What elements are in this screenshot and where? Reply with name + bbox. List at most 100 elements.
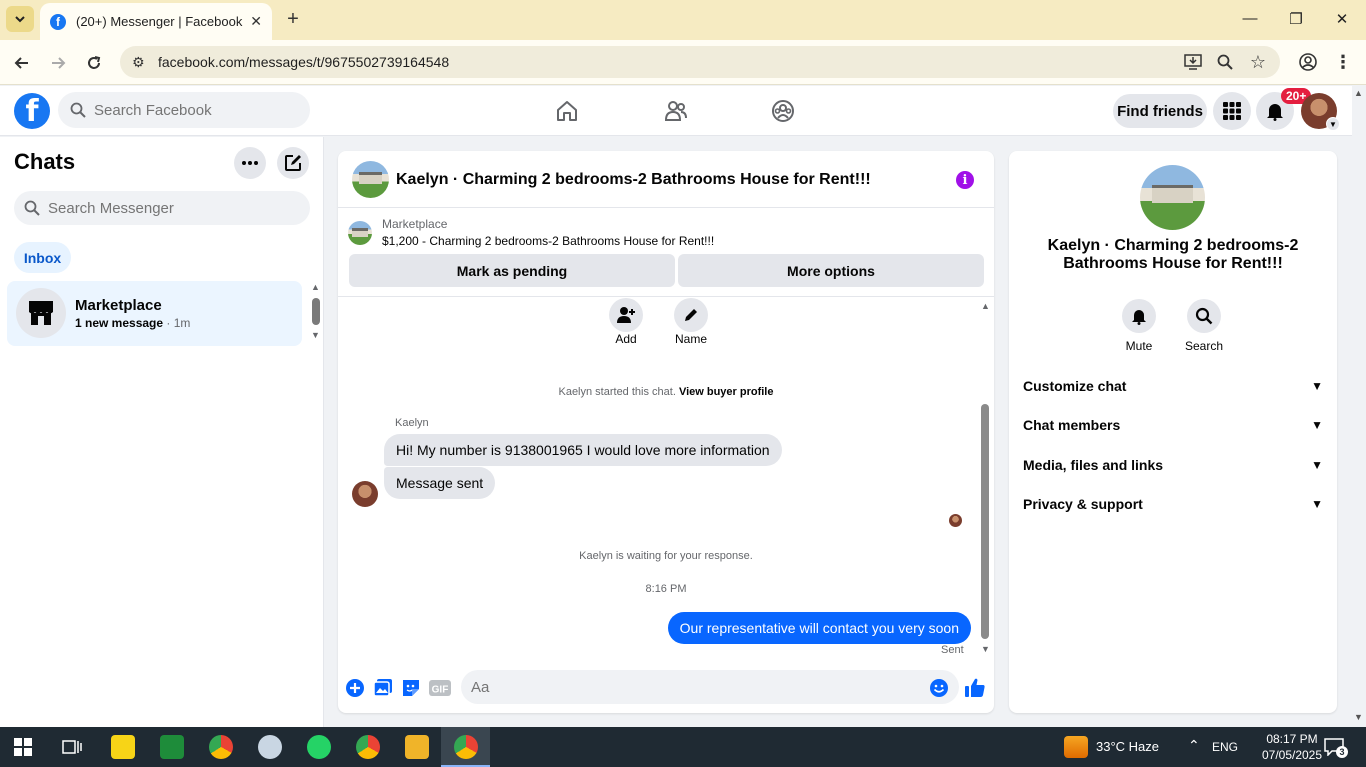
plus-circle-icon[interactable] [344, 677, 366, 699]
nav-home[interactable] [552, 96, 582, 126]
notification-center-icon[interactable]: 3 [1324, 738, 1348, 758]
install-app-icon[interactable] [1182, 51, 1204, 73]
chat-list-item[interactable]: Marketplace 1 new message · 1m [7, 281, 302, 346]
search-button-circle[interactable] [1187, 299, 1221, 333]
file-explorer-icon[interactable] [405, 735, 429, 759]
task-view-icon[interactable] [62, 738, 82, 761]
clock-time: 08:17 PM [1266, 732, 1318, 746]
storefront-icon [29, 301, 53, 325]
whatsapp-icon[interactable] [307, 735, 331, 759]
sticky-notes-icon[interactable] [111, 735, 135, 759]
conversation-avatar[interactable] [352, 161, 389, 198]
groups-icon [772, 100, 794, 122]
thread-scrollbar[interactable] [981, 404, 989, 639]
restore-button[interactable]: ❐ [1284, 10, 1308, 28]
tab-close-icon[interactable]: ✕ [250, 13, 262, 30]
bell-icon [1267, 104, 1283, 121]
chat-members-row[interactable]: Chat members ▼ [1023, 410, 1323, 440]
view-buyer-profile-link[interactable]: View buyer profile [679, 386, 774, 398]
reload-button[interactable] [81, 50, 107, 76]
browser-toolbar: ⚙ facebook.com/messages/t/96755027391645… [0, 40, 1366, 85]
nav-friends[interactable] [661, 96, 691, 126]
message-input-box[interactable] [461, 670, 959, 704]
incoming-message[interactable]: Message sent [384, 467, 496, 499]
back-button[interactable] [9, 50, 35, 76]
media-files-links-label: Media, files and links [1023, 457, 1164, 473]
chevron-up-icon[interactable]: ⌃ [1188, 737, 1200, 754]
sidebar-scroll-up[interactable]: ▲ [311, 282, 320, 292]
account-avatar[interactable]: ▼ [1301, 93, 1340, 131]
conversation-title[interactable]: Kaelyn · Charming 2 bedrooms-2 Bathrooms… [396, 171, 871, 189]
address-bar[interactable]: ⚙ facebook.com/messages/t/96755027391645… [120, 46, 1280, 78]
chrome-profile-icon[interactable] [356, 735, 380, 759]
outgoing-message[interactable]: Our representative will contact you very… [667, 612, 971, 644]
page-scroll-up[interactable]: ▲ [1354, 88, 1363, 98]
messenger-search[interactable] [14, 191, 310, 225]
gif-icon[interactable]: GIF [429, 677, 451, 699]
compose-icon [285, 155, 301, 171]
menu-grid-button[interactable] [1213, 92, 1251, 130]
weather-text[interactable]: 33°C Haze [1096, 739, 1159, 754]
chevron-down-icon: ▼ [1311, 497, 1323, 511]
chat-members-label: Chat members [1023, 417, 1121, 433]
search-in-chat-button[interactable]: Search [1174, 299, 1234, 353]
chrome-icon[interactable] [209, 735, 233, 759]
name-chat-button[interactable] [674, 298, 708, 332]
thumbs-up-icon[interactable] [964, 677, 986, 699]
sender-avatar[interactable] [352, 481, 378, 507]
chrome-active-icon[interactable] [454, 735, 478, 759]
message-input[interactable] [471, 678, 868, 696]
sticker-icon[interactable] [400, 677, 422, 699]
emoji-icon[interactable] [928, 677, 950, 699]
thread-scroll-down[interactable]: ▼ [981, 644, 990, 654]
thread-scroll-up[interactable]: ▲ [981, 301, 990, 311]
add-person-icon [617, 307, 635, 323]
site-settings-icon[interactable]: ⚙ [132, 54, 152, 71]
listing-thumbnail[interactable] [348, 221, 372, 245]
new-message-button[interactable] [277, 147, 309, 179]
incoming-message[interactable]: Hi! My number is 9138001965 I would love… [384, 434, 782, 466]
add-person-button[interactable] [609, 298, 643, 332]
forward-button[interactable] [45, 50, 71, 76]
more-options-button[interactable]: More options [678, 254, 984, 287]
new-tab-button[interactable]: + [282, 8, 304, 30]
facebook-logo-icon[interactable]: f [14, 93, 50, 129]
media-files-links-row[interactable]: Media, files and links ▼ [1023, 450, 1323, 480]
privacy-support-row[interactable]: Privacy & support ▼ [1023, 489, 1323, 519]
sidebar-scrollbar[interactable] [312, 298, 320, 325]
messenger-search-input[interactable] [48, 199, 277, 217]
bookmark-star-icon[interactable]: ☆ [1247, 51, 1269, 73]
chat-info-avatar[interactable] [1140, 165, 1205, 230]
mute-button[interactable]: Mute [1109, 299, 1169, 353]
chat-started-notice: Kaelyn started this chat. View buyer pro… [338, 386, 994, 398]
snipping-tool-icon[interactable] [258, 735, 282, 759]
mute-button-circle[interactable] [1122, 299, 1156, 333]
browser-menu-icon[interactable]: ⋮ [1332, 51, 1354, 73]
sidebar-scroll-down[interactable]: ▼ [311, 330, 320, 340]
nav-groups[interactable] [768, 96, 798, 126]
inbox-filter-tab[interactable]: Inbox [14, 242, 71, 273]
spreadsheet-app-icon[interactable] [160, 735, 184, 759]
customize-chat-row[interactable]: Customize chat ▼ [1023, 371, 1323, 401]
pencil-icon [685, 309, 697, 321]
chat-options-button[interactable] [234, 147, 266, 179]
photo-icon[interactable] [372, 677, 394, 699]
listing-title[interactable]: $1,200 - Charming 2 bedrooms-2 Bathrooms… [382, 234, 714, 248]
weather-icon[interactable] [1064, 736, 1088, 758]
facebook-search[interactable] [58, 92, 310, 128]
facebook-search-input[interactable] [94, 101, 286, 119]
find-friends-button[interactable]: Find friends [1113, 94, 1207, 128]
browser-tab-active[interactable]: f (20+) Messenger | Facebook ✕ [40, 3, 272, 40]
tab-search-button[interactable] [6, 6, 34, 32]
search-icon [24, 200, 40, 216]
page-scroll-down[interactable]: ▼ [1354, 712, 1363, 722]
system-clock[interactable]: 08:17 PM 07/05/2025 [1260, 731, 1324, 763]
zoom-icon[interactable] [1214, 51, 1236, 73]
profile-icon[interactable] [1297, 51, 1319, 73]
close-window-button[interactable]: ✕ [1330, 10, 1354, 28]
language-indicator[interactable]: ENG [1212, 740, 1238, 754]
windows-start-icon[interactable] [14, 738, 32, 761]
minimize-button[interactable]: — [1238, 10, 1262, 27]
mark-as-pending-button[interactable]: Mark as pending [349, 254, 675, 287]
info-icon[interactable]: i [956, 171, 974, 189]
